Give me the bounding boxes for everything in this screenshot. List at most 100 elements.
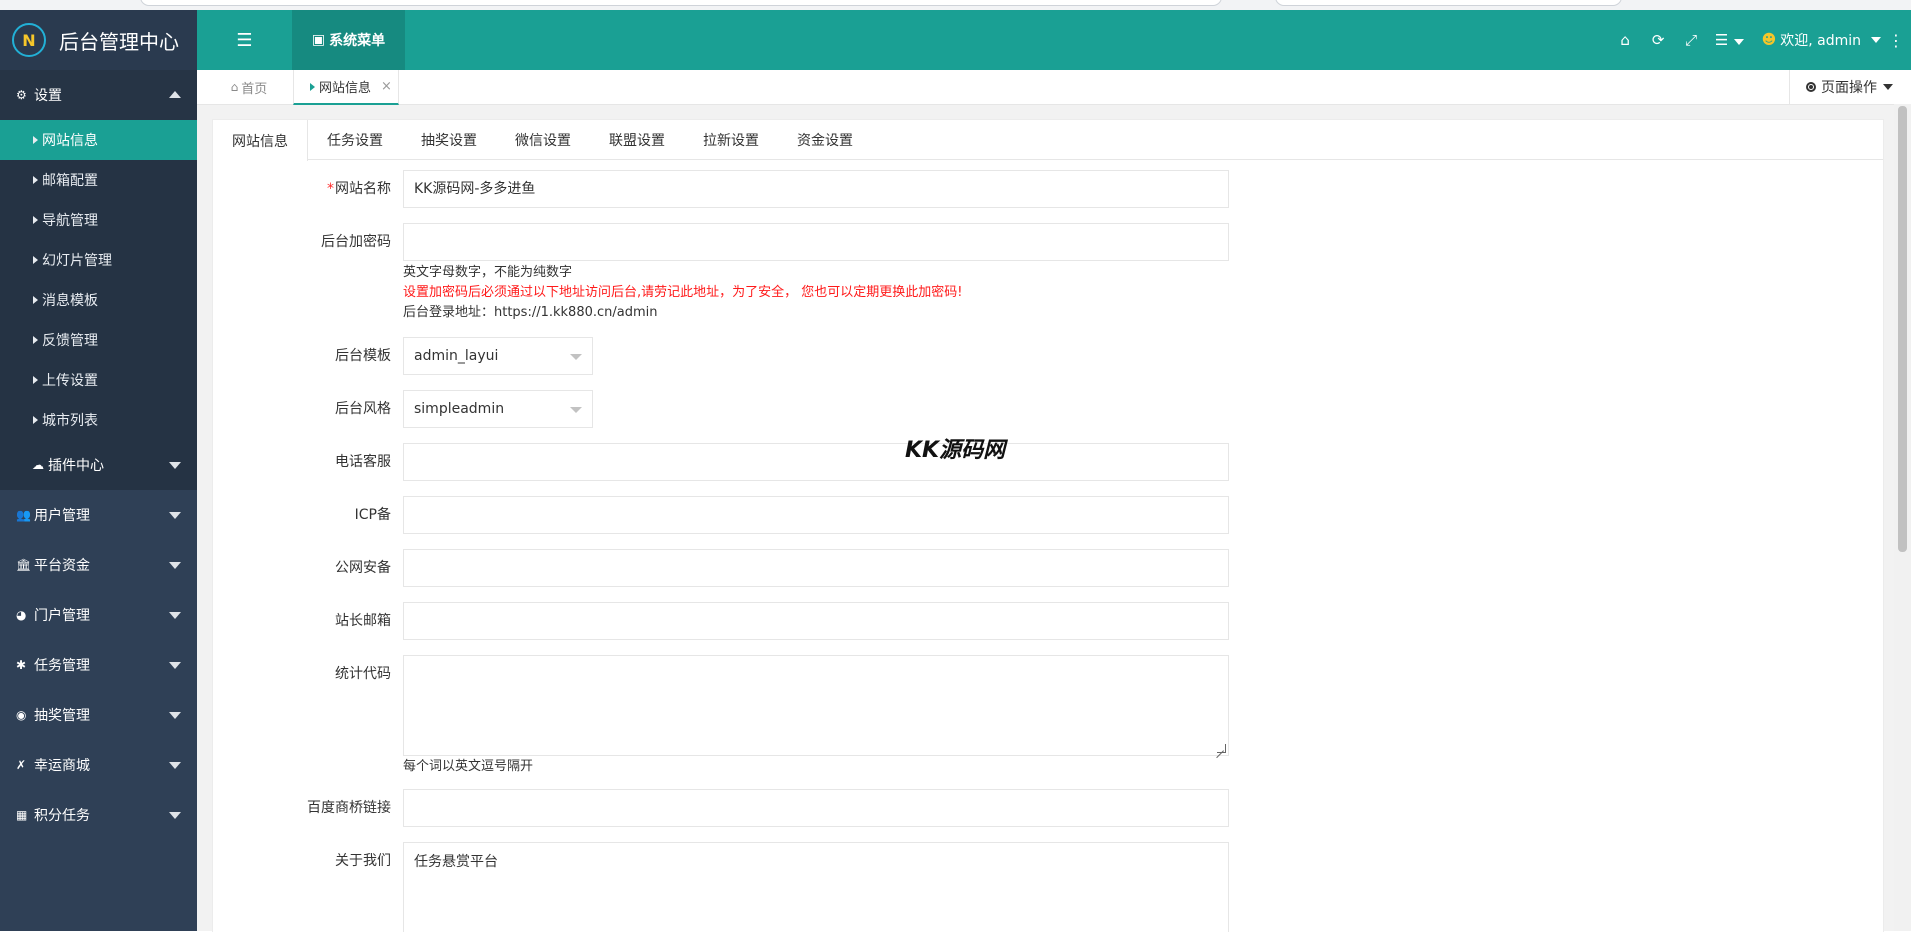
chevron-down-icon	[1734, 39, 1745, 45]
watermark: KK源码网	[905, 438, 1006, 463]
sidebar-group-settings[interactable]: ⚙ 设置	[0, 70, 197, 120]
template-select[interactable]: admin_layui	[403, 337, 593, 375]
page-tab-home[interactable]: ⌂ 首页	[207, 70, 291, 104]
compass-icon: ◉	[16, 708, 27, 722]
resize-handle-icon[interactable]	[1217, 744, 1226, 753]
sidebar-item-site-info[interactable]: 网站信息	[0, 120, 197, 160]
police-input[interactable]	[403, 549, 1229, 587]
sidebar-item-nav[interactable]: 导航管理	[0, 200, 197, 240]
page-tab-current[interactable]: 网站信息 ×	[293, 70, 399, 105]
app-title: 后台管理中心	[59, 29, 179, 54]
chevron-down-icon	[169, 562, 181, 569]
site-name-input[interactable]: KK源码网-多多进鱼	[403, 170, 1229, 208]
caret-right-icon	[310, 82, 315, 91]
tab-funds-settings[interactable]: 资金设置	[778, 120, 872, 159]
system-menu-label: 系统菜单	[329, 33, 386, 49]
chevron-down-icon	[169, 512, 181, 519]
stats-label: 统计代码	[335, 666, 391, 682]
chevron-down-icon	[1883, 84, 1893, 90]
admin-key-label: 后台加密码	[321, 234, 391, 250]
tab-task-settings[interactable]: 任务设置	[308, 120, 402, 159]
form-tab-bar: 网站信息 任务设置 抽奖设置 微信设置 联盟设置 拉新设置 资金设置	[213, 120, 1883, 161]
home-icon: ⌂	[230, 80, 239, 94]
page-operations-dropdown[interactable]: 页面操作	[1789, 70, 1893, 104]
top-header: N 后台管理中心 ☰ ▣ 系统菜单 ⌂ ⟳ ⤢ ☰ ☻ 欢迎, admin ⋮	[0, 10, 1911, 70]
phone-label: 电话客服	[335, 454, 391, 470]
home-icon[interactable]: ⌂	[1609, 31, 1642, 49]
chevron-down-icon	[169, 462, 181, 469]
site-name-label: *网站名称	[327, 181, 391, 197]
caret-right-icon	[33, 416, 38, 424]
chevron-down-icon	[570, 407, 582, 413]
baidu-label: 百度商桥链接	[307, 800, 391, 816]
tab-lottery-settings[interactable]: 抽奖设置	[402, 120, 496, 159]
sidebar-item-upload[interactable]: 上传设置	[0, 360, 197, 400]
bank-icon: 🏛	[16, 558, 32, 572]
system-menu-button[interactable]: ▣ 系统菜单	[292, 10, 405, 70]
menu-dropdown[interactable]: ☰	[1708, 31, 1752, 49]
tab-alliance-settings[interactable]: 联盟设置	[590, 120, 684, 159]
sidebar-item-slides[interactable]: 幻灯片管理	[0, 240, 197, 280]
sidebar-group-points[interactable]: ▦ 积分任务	[0, 790, 197, 840]
caret-right-icon	[33, 136, 38, 144]
tab-wechat-settings[interactable]: 微信设置	[496, 120, 590, 159]
target-icon	[1806, 82, 1816, 92]
user-menu[interactable]: ☻ 欢迎, admin	[1762, 30, 1881, 50]
caret-right-icon	[33, 176, 38, 184]
sidebar-toggle-button[interactable]: ☰	[197, 10, 292, 70]
gears-icon: ⚙	[16, 88, 27, 102]
sidebar-item-plugins[interactable]: ☁ 插件中心	[0, 440, 197, 490]
settings-panel: 网站信息 任务设置 抽奖设置 微信设置 联盟设置 拉新设置 资金设置 *网站名称…	[212, 119, 1884, 932]
style-select[interactable]: simpleadmin	[403, 390, 593, 428]
sidebar-item-email[interactable]: 邮箱配置	[0, 160, 197, 200]
close-icon[interactable]: ×	[381, 79, 392, 94]
admin-key-hint-format: 英文字母数字，不能为纯数字	[403, 265, 573, 280]
tab-site-info[interactable]: 网站信息	[213, 120, 308, 161]
globe-icon: ◕	[16, 608, 27, 622]
about-label: 关于我们	[335, 853, 391, 869]
browser-top-strip	[0, 0, 1911, 10]
address-bar-remnant	[140, 0, 1222, 6]
sidebar: ⚙ 设置 网站信息 邮箱配置 导航管理 幻灯片管理 消息模板 反馈管理 上传设置…	[0, 70, 197, 931]
about-textarea[interactable]: 任务悬赏平台	[403, 842, 1229, 932]
chevron-down-icon	[1871, 37, 1881, 43]
refresh-icon[interactable]: ⟳	[1642, 31, 1675, 49]
sidebar-group-label: 设置	[34, 88, 62, 104]
sidebar-item-cities[interactable]: 城市列表	[0, 400, 197, 440]
chevron-down-icon	[570, 354, 582, 360]
sidebar-group-tasks[interactable]: ✱ 任务管理	[0, 640, 197, 690]
sidebar-group-funds[interactable]: 🏛 平台资金	[0, 540, 197, 590]
sidebar-item-feedback[interactable]: 反馈管理	[0, 320, 197, 360]
caret-right-icon	[33, 296, 38, 304]
chevron-down-icon	[169, 712, 181, 719]
avatar-icon: ☻	[1761, 32, 1777, 48]
sidebar-group-lucky-shop[interactable]: ✗ 幸运商城	[0, 740, 197, 790]
sidebar-item-message-template[interactable]: 消息模板	[0, 280, 197, 320]
content-area: 网站信息 任务设置 抽奖设置 微信设置 联盟设置 拉新设置 资金设置 *网站名称…	[197, 105, 1894, 932]
phone-input[interactable]	[403, 443, 1229, 481]
search-bar-remnant	[1275, 0, 1622, 6]
email-label: 站长邮箱	[335, 613, 391, 629]
stats-textarea[interactable]	[403, 655, 1229, 756]
icp-input[interactable]	[403, 496, 1229, 534]
sidebar-group-lottery[interactable]: ◉ 抽奖管理	[0, 690, 197, 740]
chevron-down-icon	[169, 662, 181, 669]
sidebar-group-users[interactable]: 👥 用户管理	[0, 490, 197, 540]
fullscreen-icon[interactable]: ⤢	[1675, 31, 1708, 49]
email-input[interactable]	[403, 602, 1229, 640]
admin-key-hint-warning: 设置加密码后必须通过以下地址访问后台,请劳记此地址，为了安全， 您也可以定期更换…	[403, 285, 963, 300]
page-scrollbar[interactable]	[1894, 104, 1911, 931]
admin-key-input[interactable]	[403, 223, 1229, 261]
tab-referral-settings[interactable]: 拉新设置	[684, 120, 778, 159]
chevron-down-icon	[169, 812, 181, 819]
caret-right-icon	[33, 256, 38, 264]
scrollbar-thumb[interactable]	[1898, 106, 1907, 552]
brand[interactable]: N 后台管理中心	[0, 10, 197, 70]
users-icon: 👥	[16, 508, 31, 522]
chevron-down-icon	[169, 612, 181, 619]
baidu-input[interactable]	[403, 789, 1229, 827]
sidebar-group-portal[interactable]: ◕ 门户管理	[0, 590, 197, 640]
download-icon: ▣	[311, 32, 326, 48]
stats-hint: 每个词以英文逗号隔开	[403, 759, 534, 774]
more-vertical-icon[interactable]: ⋮	[1881, 31, 1911, 50]
